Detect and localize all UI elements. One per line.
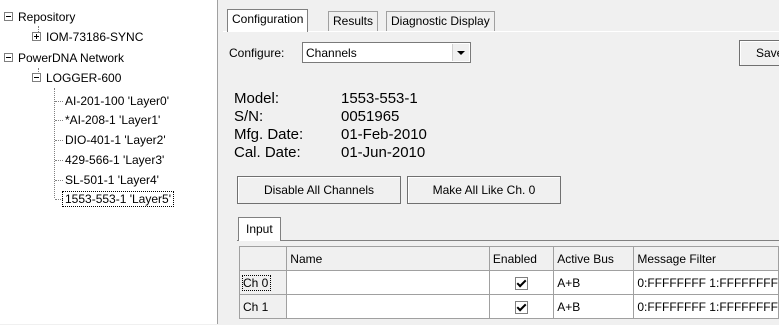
channel-label: Ch 0 [241,274,272,291]
tree-node-label: 429-566-1 'Layer3' [65,153,165,167]
channel-label: Ch 1 [243,299,269,314]
tree-connector [55,199,63,200]
grid-corner-header [238,246,288,271]
channels-grid[interactable]: Name Enabled Active Bus Message Filter C… [238,246,779,319]
tree-node-powerdna[interactable]: PowerDNA Network [4,51,126,65]
column-header-message-filter[interactable]: Message Filter [633,246,779,271]
tree-node-layer1[interactable]: *AI-208-1 'Layer1' [63,113,162,127]
tree-node-label: AI-201-100 'Layer0' [65,94,169,108]
tree-node-label: *AI-208-1 'Layer1' [65,113,161,127]
tab-input[interactable]: Input [238,217,281,241]
save-button[interactable]: Save [739,40,779,66]
tree-node-repository[interactable]: Repository [4,10,77,24]
cal-date-label: Cal. Date: [234,144,301,161]
tree-node-label: SL-501-1 'Layer4' [65,173,159,187]
tree-node-iom[interactable]: IOM-73186-SYNC [32,30,145,44]
enabled-checkbox[interactable] [515,276,529,290]
tree-node-layer3[interactable]: 429-566-1 'Layer3' [63,153,166,167]
column-header-name[interactable]: Name [286,246,490,271]
enabled-checkbox[interactable] [515,300,529,314]
tree-connector [55,140,63,141]
tree-node-layer4[interactable]: SL-501-1 'Layer4' [63,173,161,187]
mfg-date-value: 01-Feb-2010 [341,126,427,143]
table-row[interactable]: Ch 1 A+B 0:FFFFFFFF 1:FFFFFFFF [238,294,779,319]
disable-all-channels-button[interactable]: Disable All Channels [237,176,401,204]
tree-node-layer5[interactable]: 1553-553-1 'Layer5' [62,191,174,207]
tree-node-label: Repository [18,10,76,24]
row-header[interactable]: Ch 1 [238,294,288,319]
tree-node-label: 1553-553-1 'Layer5' [62,191,174,207]
active-bus-cell[interactable]: A+B [553,294,635,319]
serial-value: 0051965 [341,108,400,125]
row-header[interactable]: Ch 0 [238,270,288,295]
name-cell[interactable] [286,294,490,319]
tab-results[interactable]: Results [328,11,379,31]
enabled-cell[interactable] [488,294,555,319]
message-filter-cell[interactable]: 0:FFFFFFFF 1:FFFFFFFF [633,270,779,295]
mfg-date-label: Mfg. Date: [234,126,304,143]
configure-value: Channels [306,46,357,60]
tree-node-logger[interactable]: LOGGER-600 [32,71,123,85]
cal-date-value: 01-Jun-2010 [341,144,426,161]
collapse-icon[interactable] [32,73,41,83]
grid-header-row: Name Enabled Active Bus Message Filter [238,246,779,271]
tree-node-label: LOGGER-600 [46,71,122,85]
configuration-panel: Configuration Results Diagnostic Display… [223,0,779,325]
tree-connector [55,180,63,181]
tree-node-label: DIO-401-1 'Layer2' [65,133,166,147]
configure-dropdown[interactable]: Channels [302,42,471,63]
column-header-active-bus[interactable]: Active Bus [553,246,635,271]
tree-connector [55,101,63,102]
tree-node-layer0[interactable]: AI-201-100 'Layer0' [63,94,171,108]
tree-node-layer2[interactable]: DIO-401-1 'Layer2' [63,133,168,147]
table-row[interactable]: Ch 0 A+B 0:FFFFFFFF 1:FFFFFFFF [238,270,779,295]
tree-node-label: IOM-73186-SYNC [46,30,144,44]
tree-connector [55,160,63,161]
serial-label: S/N: [234,108,264,125]
active-bus-cell[interactable]: A+B [553,270,635,295]
message-filter-cell[interactable]: 0:FFFFFFFF 1:FFFFFFFF [633,294,779,319]
tree-connector [54,88,55,198]
name-cell[interactable] [286,270,490,295]
device-tree[interactable]: Repository IOM-73186-SYNC PowerDNA Netwo… [0,0,218,324]
collapse-icon[interactable] [4,12,13,22]
column-header-enabled[interactable]: Enabled [488,246,555,271]
collapse-icon[interactable] [4,53,13,63]
tab-configuration[interactable]: Configuration [227,9,309,32]
make-all-like-ch0-button[interactable]: Make All Like Ch. 0 [407,176,561,204]
model-label: Model: [234,90,280,107]
configure-label: Configure: [229,46,285,60]
tree-node-label: PowerDNA Network [18,51,125,65]
chevron-down-icon[interactable] [452,44,469,61]
enabled-cell[interactable] [488,270,555,295]
tab-diagnostic-display[interactable]: Diagnostic Display [386,11,495,31]
expand-icon[interactable] [32,32,41,42]
model-value: 1553-553-1 [341,90,418,107]
tree-connector [55,120,63,121]
